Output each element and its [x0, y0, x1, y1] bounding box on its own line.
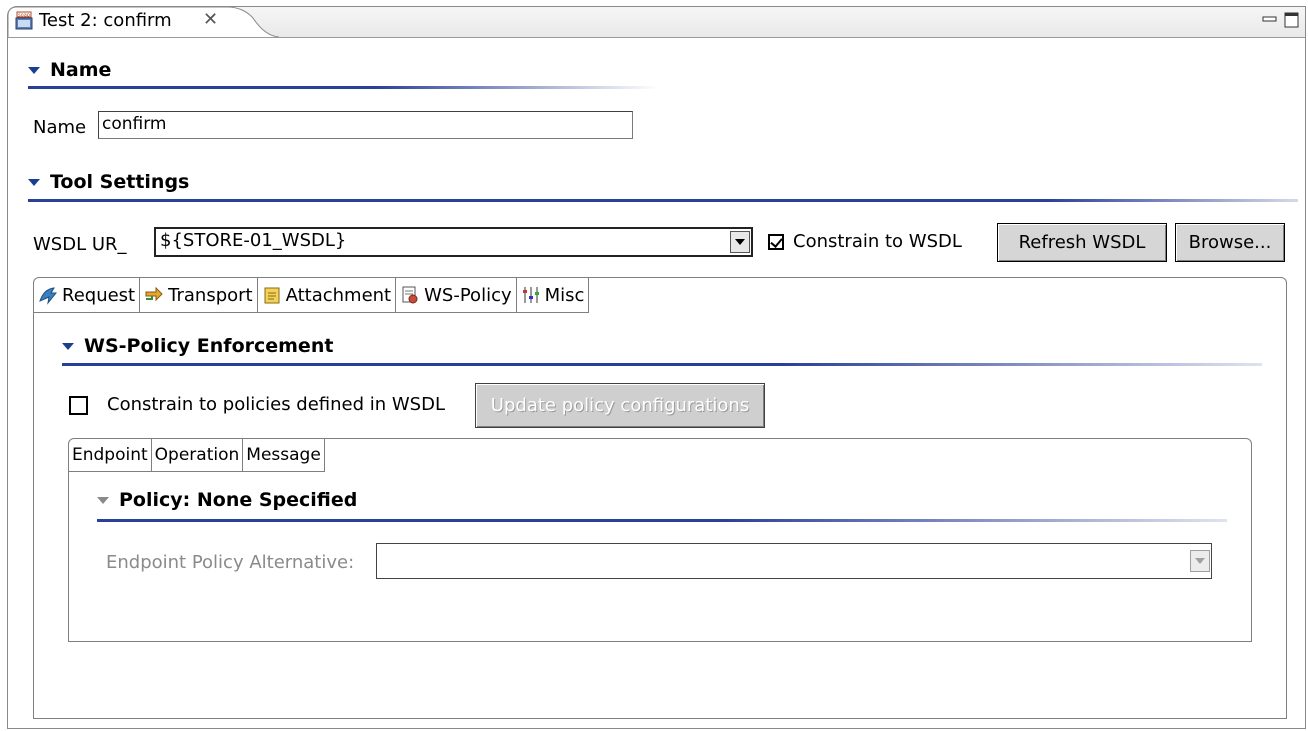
policy-scope-tab-row: Endpoint Operation Message [69, 439, 325, 472]
ws-policy-icon [400, 285, 420, 305]
constrain-to-wsdl-label: Constrain to WSDL [793, 231, 962, 252]
ws-policy-section-header[interactable]: WS-Policy Enforcement [62, 335, 333, 357]
tool-settings-header[interactable]: Tool Settings [28, 171, 189, 193]
tab-ws-policy[interactable]: WS-Policy [396, 278, 517, 312]
constrain-to-wsdl-checkbox[interactable] [768, 234, 784, 250]
chevron-down-icon[interactable] [1190, 550, 1210, 572]
policy-scope-tab-folder: Endpoint Operation Message Policy: None … [68, 438, 1252, 642]
expand-triangle-icon [28, 178, 40, 186]
tab-misc-label: Misc [544, 284, 585, 306]
policy-divider [97, 519, 1227, 522]
name-label: Name [33, 117, 87, 138]
close-icon[interactable]: ✕ [203, 9, 218, 30]
constrain-policies-checkbox[interactable] [69, 396, 88, 415]
soap-icon: soap [15, 11, 35, 31]
ws-policy-divider [62, 363, 1262, 366]
tab-attachment[interactable]: Attachment [258, 278, 397, 312]
endpoint-policy-alternative-combo[interactable] [376, 543, 1212, 579]
ws-policy-section-title: WS-Policy Enforcement [84, 335, 334, 357]
refresh-wsdl-button[interactable]: Refresh WSDL [997, 223, 1167, 262]
name-section-title: Name [50, 59, 112, 81]
name-input[interactable]: confirm [98, 111, 633, 139]
svg-text:soap: soap [18, 13, 30, 19]
tab-operation[interactable]: Operation [152, 439, 244, 471]
endpoint-policy-alternative-label: Endpoint Policy Alternative: [106, 552, 355, 573]
editor-tab[interactable]: soap Test 2: confirm ✕ [7, 6, 279, 37]
tool-settings-title: Tool Settings [50, 171, 190, 193]
editor-title-bar: soap Test 2: confirm ✕ [7, 6, 1305, 38]
policy-section-header[interactable]: Policy: None Specified [97, 489, 357, 511]
tool-tab-row: Request Transport Attachment WS-Policy M… [34, 278, 590, 313]
wsdl-url-value: ${STORE-01_WSDL} [160, 230, 347, 251]
expand-triangle-icon [62, 342, 74, 350]
tool-tab-folder: Request Transport Attachment WS-Policy M… [33, 277, 1287, 719]
tab-attachment-label: Attachment [285, 284, 392, 306]
tool-settings-divider [28, 199, 1298, 202]
tab-request-label: Request [62, 284, 136, 306]
chevron-down-icon[interactable] [730, 231, 750, 253]
wsdl-url-label: WSDL UR_ [33, 234, 127, 255]
tab-misc[interactable]: Misc [517, 278, 590, 312]
name-section-divider [28, 86, 658, 89]
policy-section-title: Policy: None Specified [119, 489, 358, 511]
tab-transport[interactable]: Transport [140, 278, 258, 312]
attachment-icon [262, 285, 282, 305]
editor-tab-title: Test 2: confirm [39, 10, 172, 31]
constrain-policies-label: Constrain to policies defined in WSDL [107, 394, 446, 415]
expand-triangle-icon [28, 66, 40, 74]
browse-button[interactable]: Browse... [1175, 223, 1285, 262]
expand-triangle-icon [97, 496, 109, 504]
name-section-header[interactable]: Name [28, 59, 111, 81]
tab-endpoint[interactable]: Endpoint [69, 439, 152, 471]
update-policy-button[interactable]: Update policy configurations [475, 383, 765, 428]
tab-request[interactable]: Request [34, 278, 141, 312]
misc-icon [521, 285, 541, 305]
minimize-icon[interactable] [1262, 12, 1278, 28]
tab-transport-label: Transport [168, 284, 253, 306]
tab-ws-policy-label: WS-Policy [424, 284, 512, 306]
tab-message[interactable]: Message [243, 439, 325, 471]
transport-icon [144, 285, 164, 305]
wsdl-url-combo[interactable]: ${STORE-01_WSDL} [154, 227, 753, 257]
maximize-icon[interactable] [1284, 12, 1300, 28]
request-icon [38, 285, 58, 305]
